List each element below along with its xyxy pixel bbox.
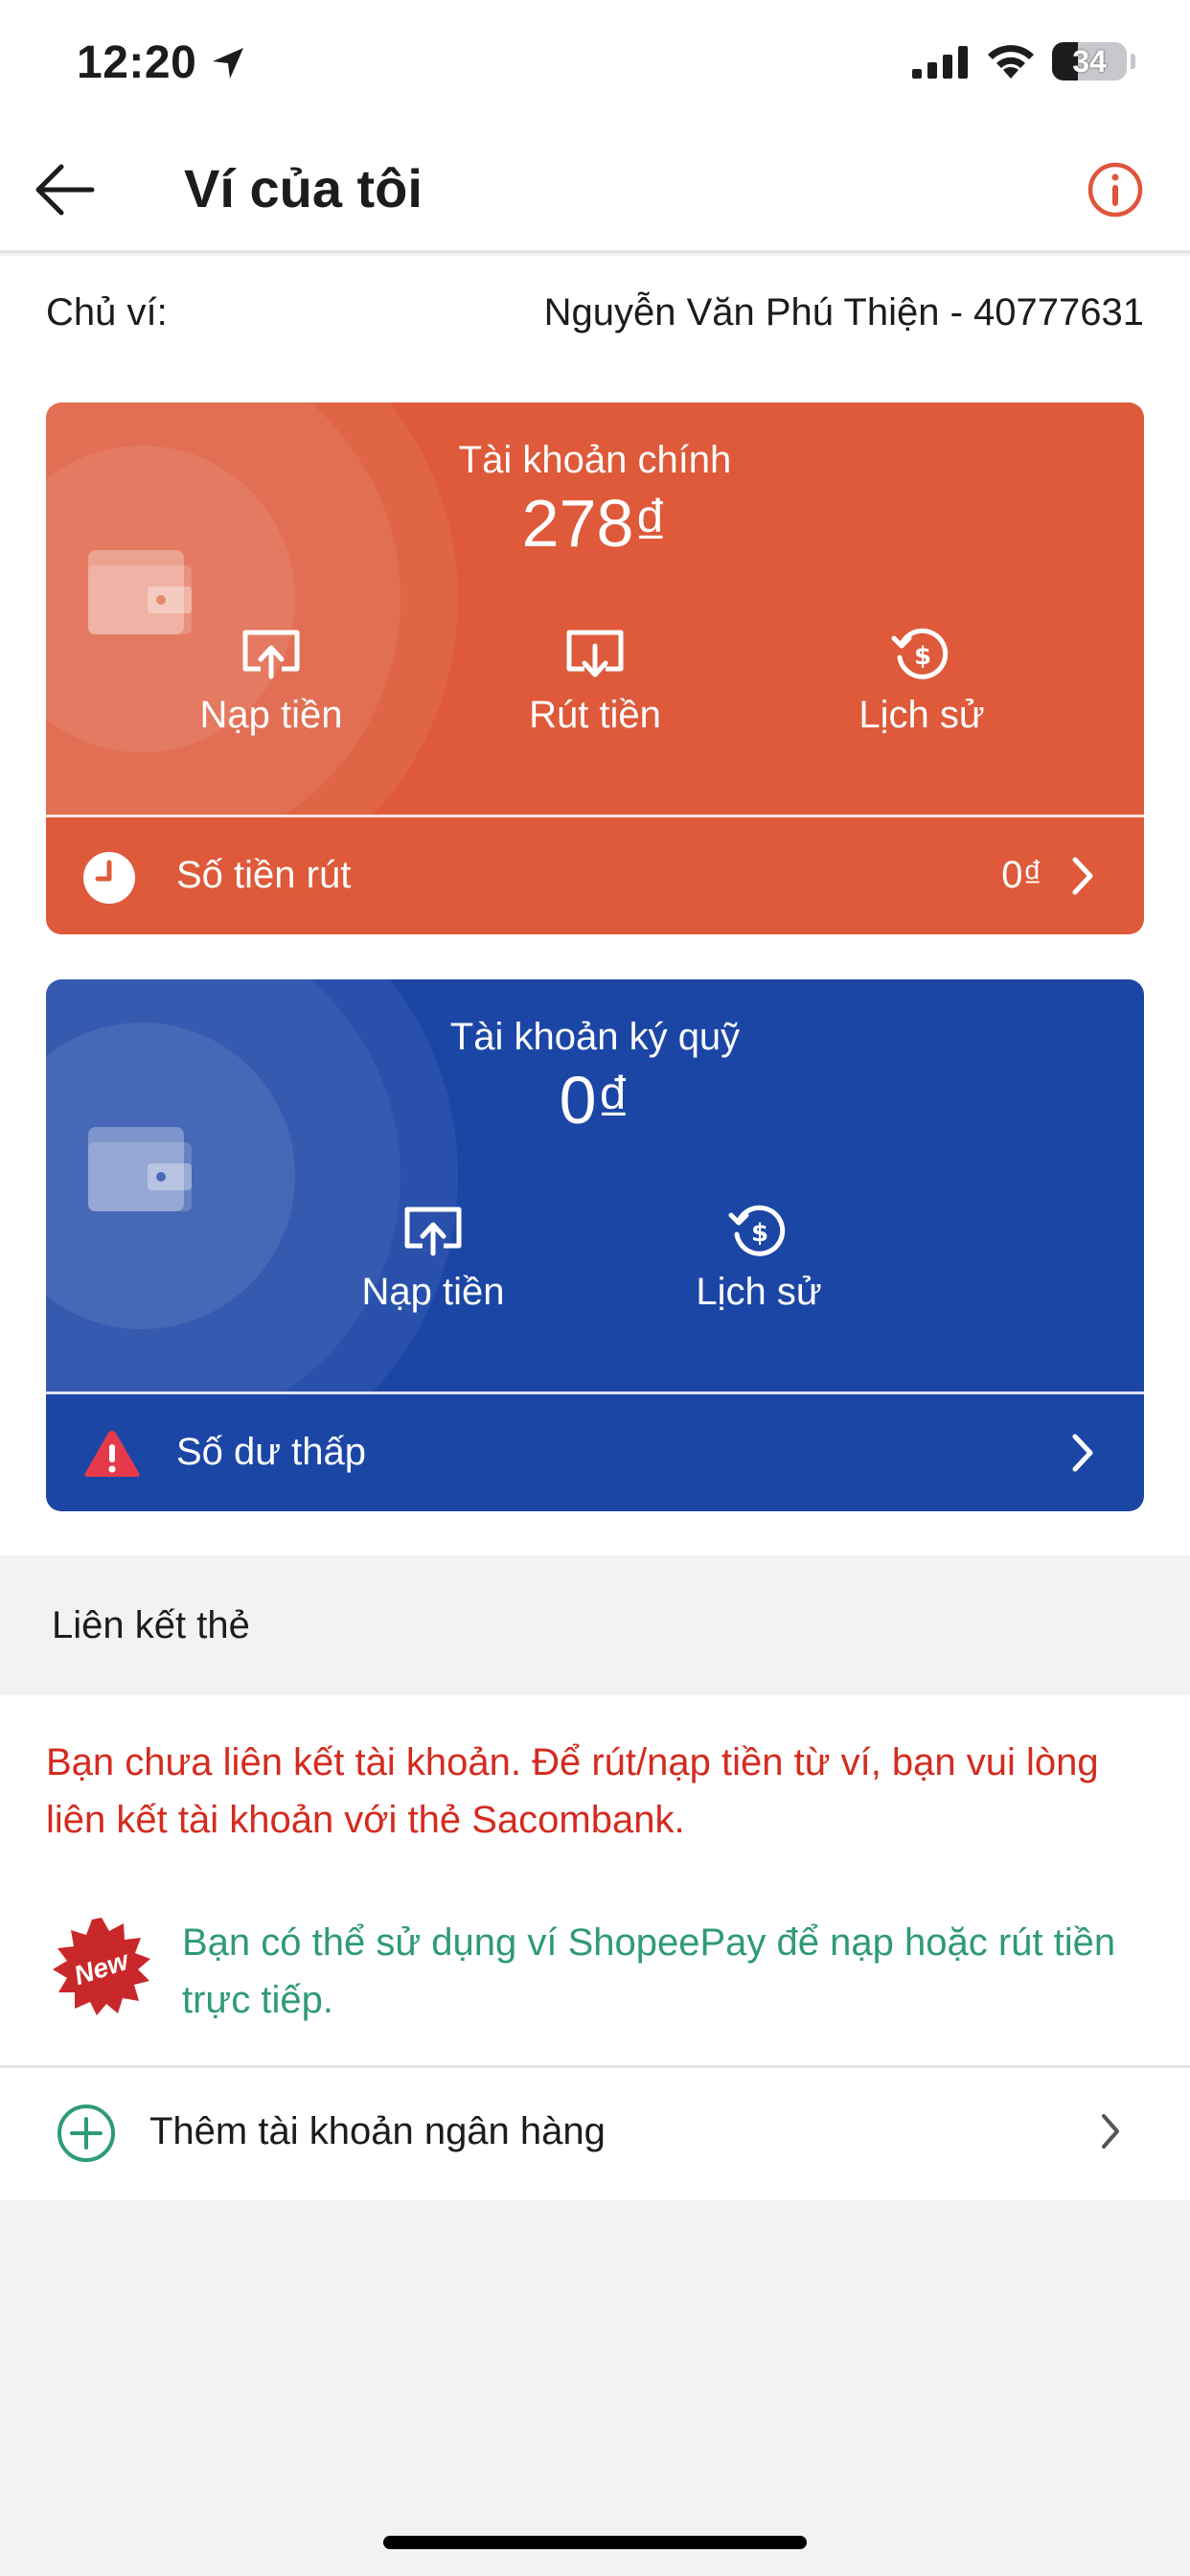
new-badge: New bbox=[53, 1918, 150, 2015]
main-history-label: Lịch sử bbox=[858, 694, 985, 736]
link-card-area: Bạn chưa liên kết tài khoản. Để rút/nạp … bbox=[0, 1695, 1190, 2200]
deposit-icon bbox=[404, 1207, 462, 1256]
link-card-section-header: Liên kết thẻ bbox=[0, 1555, 1190, 1695]
back-arrow-icon bbox=[35, 164, 95, 216]
main-account-card: Tài khoản chính 278₫ Nạp tiền Rút tiền $… bbox=[46, 402, 1144, 934]
chevron-right-icon bbox=[1102, 2114, 1119, 2149]
deposit-account-title: Tài khoản ký quỹ bbox=[449, 1016, 741, 1058]
owner-value: Nguyễn Văn Phú Thiện - 40777631 bbox=[543, 291, 1144, 334]
wifi-icon bbox=[988, 45, 1034, 79]
withdraw-amount-value: 0₫ bbox=[1001, 854, 1042, 896]
low-balance-label: Số dư thấp bbox=[176, 1431, 367, 1473]
chevron-right-icon bbox=[1072, 1434, 1093, 1472]
info-icon bbox=[1087, 162, 1143, 218]
add-bank-account-label: Thêm tài khoản ngân hàng bbox=[149, 2110, 606, 2152]
withdraw-amount-row[interactable]: Số tiền rút 0₫ bbox=[46, 817, 1144, 934]
status-time: 12:20 bbox=[77, 37, 197, 88]
home-indicator bbox=[383, 2536, 807, 2549]
add-bank-account-button[interactable]: Thêm tài khoản ngân hàng bbox=[0, 2068, 1190, 2200]
deposit-account-balance: 0₫ bbox=[559, 1063, 631, 1138]
svg-text:$: $ bbox=[751, 1219, 768, 1248]
clock-icon bbox=[83, 852, 135, 904]
status-bar: 12:20 34 bbox=[0, 0, 1190, 126]
deposit-icon bbox=[242, 630, 300, 679]
deposit-history-label: Lịch sử bbox=[696, 1271, 822, 1313]
history-icon: $ bbox=[891, 628, 949, 679]
main-withdraw-button[interactable]: Rút tiền bbox=[480, 625, 710, 749]
link-warning-text: Bạn chưa liên kết tài khoản. Để rút/nạp … bbox=[46, 1741, 1099, 1841]
battery-cap bbox=[1131, 54, 1135, 69]
history-icon: $ bbox=[728, 1205, 786, 1256]
main-withdraw-label: Rút tiền bbox=[529, 694, 661, 736]
wallet-screen: 12:20 34 Ví của tôi Chủ ví: Nguyễn Văn P… bbox=[0, 0, 1190, 2576]
back-button[interactable] bbox=[29, 155, 105, 224]
withdraw-icon bbox=[566, 630, 624, 678]
page-title: Ví của tôi bbox=[184, 158, 423, 218]
deposit-account-card: Tài khoản ký quỹ 0₫ Nạp tiền $ Lịch sử S… bbox=[46, 979, 1144, 1511]
nav-header: Ví của tôi bbox=[0, 126, 1190, 253]
main-account-balance: 278₫ bbox=[521, 486, 669, 561]
cellular-signal-icon bbox=[912, 46, 968, 79]
add-circle-icon bbox=[57, 2104, 115, 2162]
chevron-right-icon bbox=[1072, 857, 1093, 895]
info-button[interactable] bbox=[1081, 155, 1150, 224]
main-history-button[interactable]: $ Lịch sử bbox=[807, 625, 1037, 749]
withdraw-amount-label: Số tiền rút bbox=[176, 854, 352, 896]
link-card-title: Liên kết thẻ bbox=[52, 1604, 250, 1646]
main-account-title: Tài khoản chính bbox=[458, 439, 732, 481]
deposit-topup-button[interactable]: Nạp tiền bbox=[318, 1202, 548, 1326]
warning-icon bbox=[84, 1431, 140, 1477]
owner-label: Chủ ví: bbox=[46, 291, 168, 334]
deposit-history-button[interactable]: $ Lịch sử bbox=[644, 1202, 874, 1326]
main-deposit-button[interactable]: Nạp tiền bbox=[156, 625, 386, 749]
deposit-topup-label: Nạp tiền bbox=[361, 1271, 505, 1313]
svg-text:$: $ bbox=[914, 642, 931, 671]
location-arrow-icon bbox=[213, 48, 243, 79]
main-deposit-label: Nạp tiền bbox=[199, 694, 343, 736]
shopeepay-info-text: Bạn có thể sử dụng ví ShopeePay để nạp h… bbox=[182, 1921, 1116, 2021]
low-balance-row[interactable]: Số dư thấp bbox=[46, 1394, 1144, 1511]
battery-indicator: 34 bbox=[1052, 42, 1127, 80]
